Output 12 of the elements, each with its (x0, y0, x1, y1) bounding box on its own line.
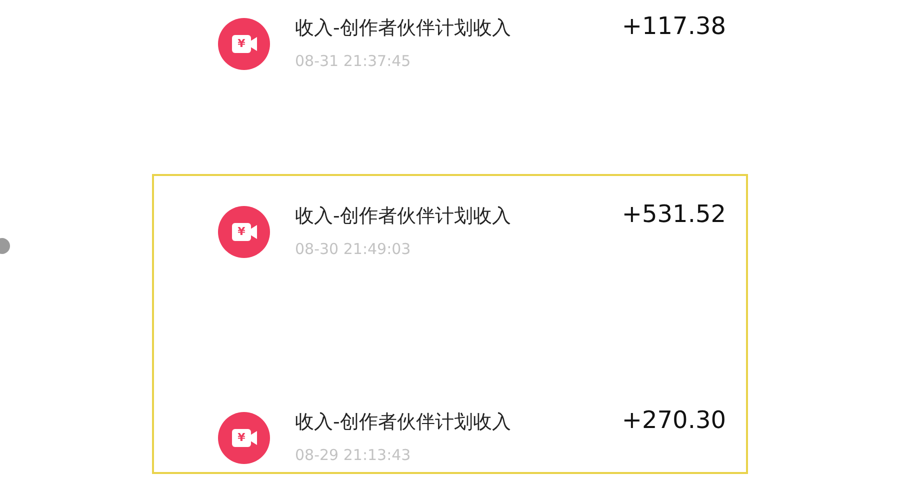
video-yuan-icon: ¥ (218, 412, 270, 464)
video-yuan-icon: ¥ (218, 206, 270, 258)
transaction-time: 08-31 21:37:45 (295, 52, 412, 70)
transaction-title: 收入-创作者伙伴计划收入 (295, 204, 511, 228)
transaction-amount: +270.30 (622, 406, 726, 434)
video-yuan-icon: ¥ (218, 18, 270, 70)
transaction-time: 08-30 21:49:03 (295, 240, 412, 258)
transaction-title: 收入-创作者伙伴计划收入 (295, 410, 511, 434)
transaction-amount: +117.38 (622, 12, 726, 40)
transaction-title: 收入-创作者伙伴计划收入 (295, 16, 511, 40)
transaction-amount: +531.52 (622, 200, 726, 228)
transaction-time: 08-29 21:13:43 (295, 446, 412, 464)
